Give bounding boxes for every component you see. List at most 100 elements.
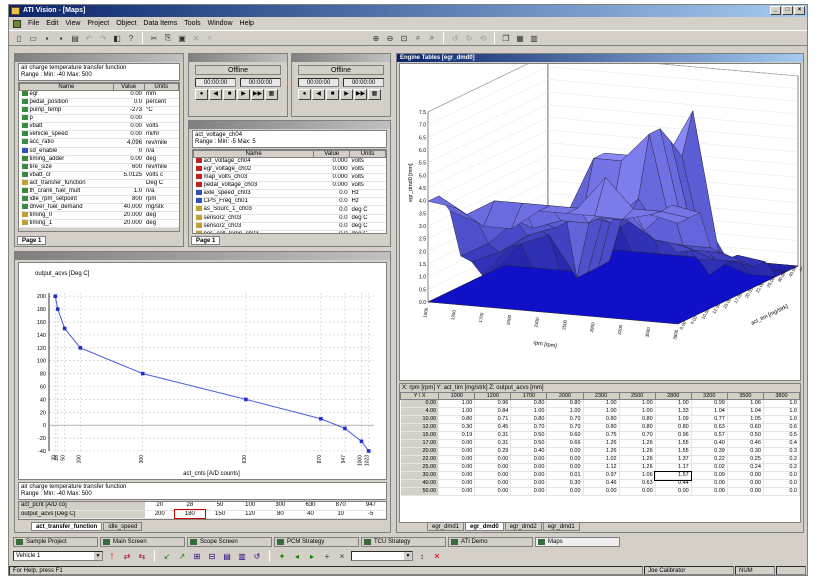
row-value[interactable]: 0.00 xyxy=(113,90,145,100)
table-row[interactable]: map_volts_ch03 0.000 volts xyxy=(193,173,386,183)
table-cell[interactable]: 0.0 xyxy=(763,471,800,480)
table-cell[interactable]: 0.00 xyxy=(510,479,548,488)
table-cell[interactable]: 0.50 xyxy=(510,439,548,448)
task-pcm-strategy[interactable]: PCM Strategy xyxy=(274,537,359,547)
table-cell[interactable]: 10 xyxy=(325,510,356,519)
table-cell[interactable]: 0.00 xyxy=(438,455,476,464)
table-cell[interactable]: 1.26 xyxy=(619,455,656,464)
tab-egr-dmd1[interactable]: egr_dmd1 xyxy=(427,522,465,531)
table-cell[interactable]: 28 xyxy=(174,502,205,511)
table-cell[interactable]: 0.00 xyxy=(691,479,728,488)
table-cell[interactable]: 0.96 xyxy=(474,399,512,408)
table-cell[interactable]: 0.80 xyxy=(510,415,548,424)
table-cell[interactable]: 0.70 xyxy=(619,431,656,440)
arrange-icon[interactable]: ▥ xyxy=(528,32,540,44)
row-header[interactable]: 12.00 xyxy=(400,423,440,432)
table-row[interactable]: vbatt_cr 5.0125 volts c xyxy=(19,171,179,180)
row-value[interactable]: 20.000 xyxy=(113,211,145,221)
table-cell[interactable]: 0.46 xyxy=(583,479,620,488)
column-header[interactable]: 2500 xyxy=(618,392,656,400)
undo-icon[interactable]: ↶ xyxy=(83,32,95,44)
row-value[interactable]: 0.0 xyxy=(313,197,350,207)
tab-egr-dmd0[interactable]: egr_dmd0 xyxy=(465,522,504,531)
row-value[interactable]: 0.000 xyxy=(313,165,350,175)
save-icon[interactable]: ▪ xyxy=(41,32,53,44)
table-cell[interactable]: 1.0 xyxy=(763,399,800,408)
table-cell[interactable]: 0.00 xyxy=(474,463,512,472)
table-row[interactable]: axle_speed_ch03 0.0 Hz xyxy=(193,189,386,199)
merge-icon[interactable]: ⊟ xyxy=(206,550,218,562)
table-cell[interactable]: 0.80 xyxy=(438,415,476,424)
row-value[interactable]: 4,096 xyxy=(113,138,145,148)
table-row[interactable]: timing_adder 0.00 deg xyxy=(19,155,179,164)
table-row[interactable]: CPS_Freq_ch01 0.0 Hz xyxy=(193,197,386,207)
col-name[interactable]: Name xyxy=(19,83,114,91)
table-cell[interactable]: 0.45 xyxy=(474,423,512,432)
table-cell[interactable]: 1.00 xyxy=(619,399,656,408)
table-cell[interactable]: 0.99 xyxy=(691,399,728,408)
table-cell[interactable]: 0.00 xyxy=(546,463,584,472)
table-cell[interactable]: 0.02 xyxy=(691,463,728,472)
table-row[interactable]: act_voltage_ch04 0.000 volts xyxy=(193,157,386,167)
column-header[interactable]: 3800 xyxy=(762,392,800,400)
row-value[interactable]: -273 xyxy=(113,106,145,116)
table-cell[interactable]: 0.0 xyxy=(763,487,800,496)
column-header[interactable]: 2000 xyxy=(546,392,584,400)
col-name[interactable]: Name xyxy=(193,150,315,158)
options-button-1[interactable]: ▦ xyxy=(265,89,278,100)
menu-project[interactable]: Project xyxy=(87,20,109,27)
table-cell[interactable]: 0.96 xyxy=(655,431,692,440)
row-value[interactable]: 0 xyxy=(113,147,145,156)
table-cell[interactable]: 0.00 xyxy=(438,479,476,488)
table-cell[interactable]: 0.4 xyxy=(763,439,800,448)
table-cell[interactable]: 1.04 xyxy=(691,407,728,416)
table-cell[interactable]: 0.09 xyxy=(691,471,728,480)
table-cell[interactable]: 0.00 xyxy=(546,487,584,496)
row-value[interactable]: 0.0 xyxy=(313,189,350,199)
row-value[interactable]: 0.000 xyxy=(313,181,350,191)
maximize-button[interactable]: □ xyxy=(782,6,793,15)
table-cell[interactable]: 1.17 xyxy=(655,463,692,472)
table-cell[interactable]: 0.00 xyxy=(546,447,584,456)
table-cell[interactable]: 0.00 xyxy=(474,487,512,496)
table-cell[interactable]: 120 xyxy=(235,510,266,519)
forward-button-2[interactable]: ▶▶ xyxy=(354,89,367,100)
play-button-2[interactable]: ▶ xyxy=(340,89,353,100)
table-cell[interactable]: 1.26 xyxy=(619,447,656,456)
col-value[interactable]: Value xyxy=(313,150,351,158)
table-cell[interactable]: 0.80 xyxy=(619,415,656,424)
table-cell[interactable]: 0.50 xyxy=(727,431,764,440)
table-cell[interactable]: 0.66 xyxy=(546,439,584,448)
task-sample-project[interactable]: Sample Project xyxy=(13,537,98,547)
row-value[interactable]: 0.00 xyxy=(113,155,145,164)
table-cell[interactable]: 0.00 xyxy=(727,479,764,488)
table-cell[interactable]: 0.31 xyxy=(474,439,512,448)
new-icon[interactable]: ▯ xyxy=(13,32,25,44)
table-cell[interactable]: 1.26 xyxy=(583,439,620,448)
row-header[interactable]: 30.00 xyxy=(400,471,440,480)
table-cell[interactable]: 80 xyxy=(265,510,296,519)
column-header[interactable]: 2300 xyxy=(582,392,620,400)
save-all-icon[interactable]: ▪ xyxy=(55,32,67,44)
table-cell[interactable]: 0.29 xyxy=(474,447,512,456)
column-header[interactable]: 3200 xyxy=(690,392,728,400)
table-cell[interactable]: 0.00 xyxy=(727,471,764,480)
tile-icon[interactable]: ▦ xyxy=(514,32,526,44)
tab-act-transfer-function[interactable]: act_transfer_function xyxy=(31,522,103,531)
zoom-out-icon[interactable]: ⊖ xyxy=(384,32,396,44)
help-icon[interactable]: ? xyxy=(125,32,137,44)
disconnect-icon[interactable]: ⇆ xyxy=(136,550,148,562)
row-header[interactable]: 40.00 xyxy=(400,479,440,488)
table-cell[interactable]: 0.00 xyxy=(510,487,548,496)
apply-icon[interactable]: ↕ xyxy=(416,550,428,562)
table-cell[interactable]: 0.80 xyxy=(583,423,620,432)
row-value[interactable]: 600 xyxy=(113,163,145,172)
table-row[interactable]: egr 0.00 mm xyxy=(19,90,179,100)
table-cell[interactable]: 1.55 xyxy=(655,447,692,456)
zoom-window-icon[interactable]: ⌕ xyxy=(412,32,424,44)
print-icon[interactable]: ▤ xyxy=(69,32,81,44)
row-value[interactable]: 0.000 xyxy=(313,173,350,183)
row-header[interactable]: 0.00 xyxy=(400,399,440,408)
row-value[interactable]: 0.0 xyxy=(313,205,350,215)
lock-icon[interactable]: ▤ xyxy=(221,550,233,562)
